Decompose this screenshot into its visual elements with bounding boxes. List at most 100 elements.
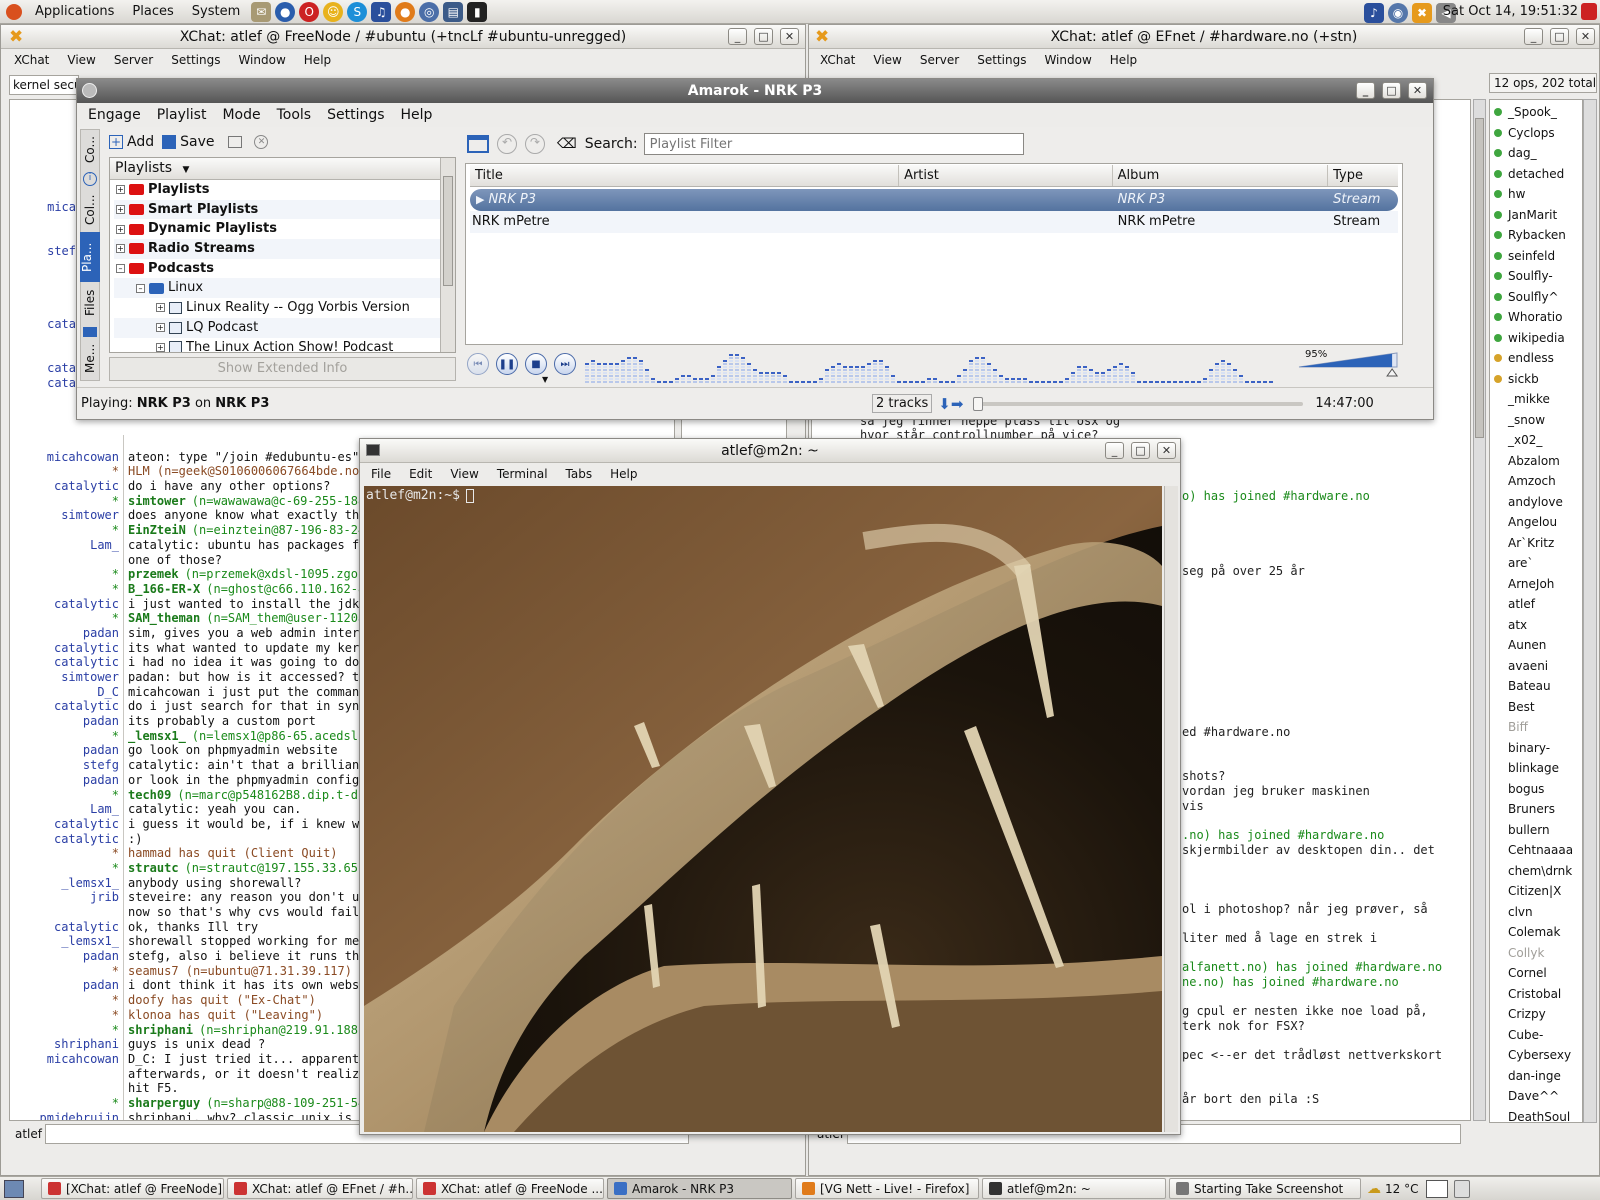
skype-launcher-icon[interactable]: S xyxy=(347,1,368,22)
chat-nick[interactable]: padan xyxy=(10,772,124,788)
user-list-item[interactable]: Whoratio xyxy=(1490,307,1582,328)
chat-nick[interactable]: catalytic xyxy=(10,479,124,494)
chat-nick[interactable]: padan xyxy=(10,949,124,964)
trash-icon[interactable] xyxy=(1454,1179,1471,1198)
chat-nick[interactable] xyxy=(10,435,124,450)
web-browser-launcher-icon[interactable]: ● xyxy=(275,1,296,22)
menu-playlist[interactable]: Playlist xyxy=(149,107,215,123)
chat-nick[interactable]: padan xyxy=(10,625,124,641)
user-list-item[interactable]: dan-inge xyxy=(1490,1066,1582,1087)
temperature[interactable]: 12 °C xyxy=(1385,1182,1418,1196)
chat-nick[interactable] xyxy=(10,1066,124,1082)
user-list-item[interactable]: Cornel xyxy=(1490,963,1582,984)
clock[interactable]: Sat Oct 14, 19:51:32 xyxy=(1443,0,1578,24)
column-type[interactable]: Type xyxy=(1328,165,1398,186)
menu-view[interactable]: View xyxy=(864,53,910,67)
stop-button[interactable]: ■ xyxy=(525,353,547,375)
expand-icon[interactable]: + xyxy=(116,244,125,254)
menu-settings[interactable]: Settings xyxy=(319,107,392,123)
maximize-button[interactable]: □ xyxy=(1382,82,1401,99)
user-list-item[interactable]: binary- xyxy=(1490,738,1582,759)
clear-filter-icon[interactable]: ⌫ xyxy=(557,136,577,152)
add-button[interactable]: + Add xyxy=(109,134,154,150)
minimize-button[interactable]: _ xyxy=(1105,442,1124,459)
playlist-filter-input[interactable] xyxy=(643,133,1024,155)
menu-settings[interactable]: Settings xyxy=(162,53,229,67)
view-toggle-icon[interactable] xyxy=(228,136,243,148)
previous-button[interactable]: ⏮ xyxy=(467,353,489,375)
menu-help[interactable]: Help xyxy=(393,107,441,123)
save-button[interactable]: Save xyxy=(162,134,214,150)
minimize-button[interactable]: _ xyxy=(1524,28,1543,45)
system-monitor-launcher-icon[interactable]: ▤ xyxy=(443,1,464,22)
user-list-item[interactable]: _mikke xyxy=(1490,389,1582,410)
chat-nick[interactable]: pmjdebruijn xyxy=(10,1110,124,1120)
terminal-launcher-icon[interactable]: ▮ xyxy=(467,1,488,22)
collapse-icon[interactable]: – xyxy=(136,283,145,293)
chat-nick[interactable]: catalytic xyxy=(10,640,124,656)
menu-xchat[interactable]: XChat xyxy=(811,53,864,67)
chat-nick[interactable]: * xyxy=(10,787,124,803)
chat-nick[interactable]: catalytic xyxy=(10,699,124,715)
user-list-item[interactable]: avaeni xyxy=(1490,656,1582,677)
menu-settings[interactable]: Settings xyxy=(968,53,1035,67)
menu-file[interactable]: File xyxy=(362,467,400,481)
user-list[interactable]: _Spook_ Cyclops dag_ detached hw JanMarit Ryba… xyxy=(1489,99,1583,1123)
column-title[interactable]: Title xyxy=(470,165,900,186)
chat-nick[interactable]: * xyxy=(10,567,124,582)
user-list-item[interactable]: sickb xyxy=(1490,369,1582,390)
menu-tabs[interactable]: Tabs xyxy=(557,467,602,481)
close-button[interactable]: ✕ xyxy=(780,28,799,45)
expand-icon[interactable]: + xyxy=(156,323,165,333)
tab-collection[interactable]: Col... xyxy=(83,188,97,232)
ubuntu-logo-icon[interactable] xyxy=(6,3,22,20)
user-list-item[interactable]: detached xyxy=(1490,164,1582,185)
user-list-item[interactable]: endless xyxy=(1490,348,1582,369)
user-list-item[interactable]: Aunen xyxy=(1490,635,1582,656)
tree-scrollbar-thumb[interactable] xyxy=(443,176,453,286)
volume-handle[interactable] xyxy=(1386,368,1399,377)
menu-xchat[interactable]: XChat xyxy=(5,53,58,67)
menu-server[interactable]: Server xyxy=(911,53,968,67)
chat-nick[interactable]: catalytic xyxy=(10,596,124,612)
user-list-item[interactable]: Collyk xyxy=(1490,943,1582,964)
terminal-scrollbar[interactable] xyxy=(1164,486,1178,1132)
user-list-item[interactable]: JanMarit xyxy=(1490,205,1582,226)
user-list-item[interactable]: seinfeld xyxy=(1490,246,1582,267)
user-list-scrollbar[interactable] xyxy=(1583,99,1597,1123)
user-list-item[interactable]: Crizpy xyxy=(1490,1004,1582,1025)
chat-nick[interactable]: catalytic xyxy=(10,655,124,670)
spectrum-analyzer[interactable] xyxy=(585,349,1285,383)
system-menu[interactable]: System xyxy=(183,0,249,24)
user-list-item[interactable]: Cristobal xyxy=(1490,984,1582,1005)
menu-help[interactable]: Help xyxy=(601,467,646,481)
amarok-tray-icon[interactable]: ♪ xyxy=(1364,3,1384,23)
chat-nick[interactable]: * xyxy=(10,523,124,538)
user-list-item[interactable]: DeathSoul xyxy=(1490,1107,1582,1123)
input-nick[interactable]: atlef xyxy=(9,1127,45,1141)
expand-icon[interactable]: + xyxy=(156,303,165,313)
playlist-browser[interactable]: Playlists ▼ + Playlists + Smart Playlists + D… xyxy=(109,157,456,353)
chat-nick[interactable]: simtower xyxy=(10,670,124,685)
tab-files[interactable]: Files xyxy=(83,282,97,324)
minimize-button[interactable]: _ xyxy=(728,28,747,45)
redo-icon[interactable]: ↷ xyxy=(525,134,545,154)
network-launcher-icon[interactable]: ◎ xyxy=(419,1,440,22)
user-list-item[interactable]: Soulfly- xyxy=(1490,266,1582,287)
menu-mode[interactable]: Mode xyxy=(214,107,268,123)
menu-tools[interactable]: Tools xyxy=(269,107,320,123)
user-list-item[interactable]: _Spook_ xyxy=(1490,102,1582,123)
network-tray-icon[interactable]: ◉ xyxy=(1388,3,1408,23)
expand-icon[interactable]: + xyxy=(116,224,125,234)
chat-nick[interactable]: * xyxy=(10,993,124,1008)
chat-nick[interactable]: padan xyxy=(10,978,124,994)
window-menu-icon[interactable]: ✖ xyxy=(815,27,829,47)
user-list-item[interactable]: Cehtnaaaa xyxy=(1490,840,1582,861)
chat-nick[interactable]: * xyxy=(10,1007,124,1023)
menu-view[interactable]: View xyxy=(58,53,104,67)
amarok-launcher-icon[interactable]: ♫ xyxy=(371,1,392,22)
tree-scrollbar[interactable] xyxy=(440,158,455,352)
user-list-item[interactable]: are` xyxy=(1490,553,1582,574)
expand-icon[interactable]: + xyxy=(116,205,125,215)
chat-nick[interactable]: * xyxy=(10,1022,124,1038)
